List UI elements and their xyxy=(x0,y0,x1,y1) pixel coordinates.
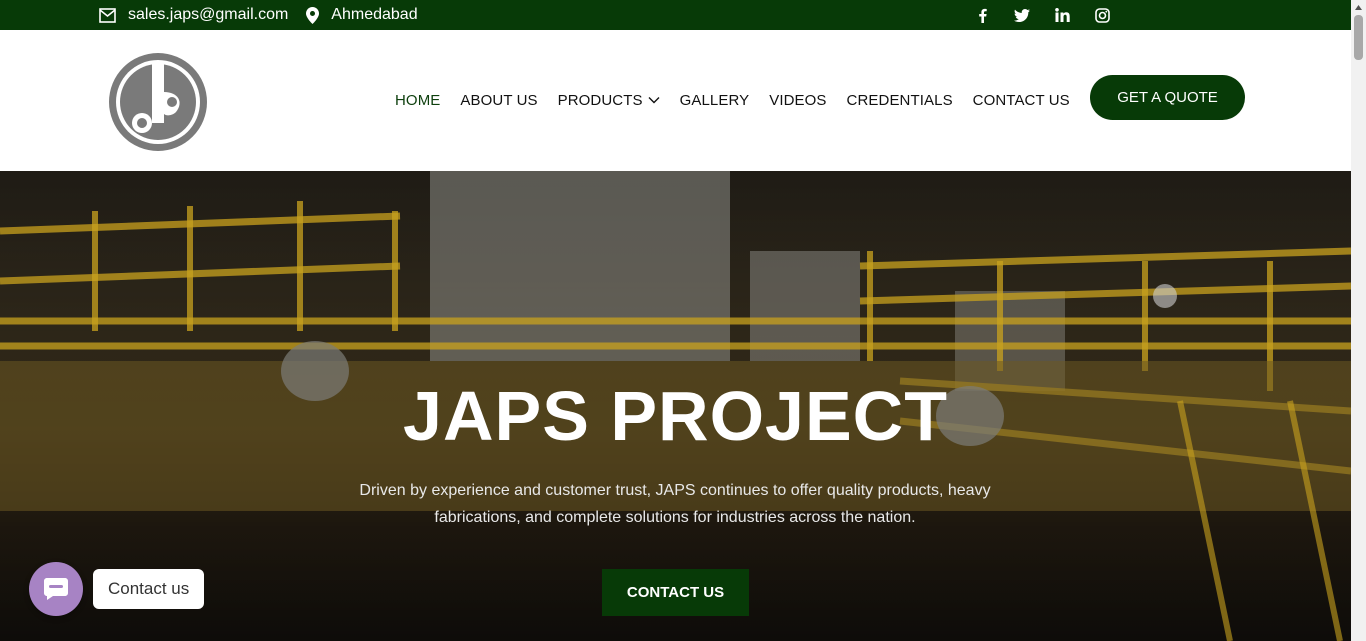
site-header: HOME ABOUT US PRODUCTS GALLERY VIDEOS CR… xyxy=(0,30,1351,171)
chat-bubble-icon xyxy=(44,578,68,600)
top-contact-info: sales.japs@gmail.com Ahmedabad xyxy=(99,0,436,30)
hero-description: Driven by experience and customer trust,… xyxy=(359,482,991,526)
site-logo[interactable] xyxy=(106,50,210,154)
location-info: Ahmedabad xyxy=(306,6,418,24)
facebook-link[interactable] xyxy=(962,0,1002,30)
chat-widget-label[interactable]: Contact us xyxy=(93,569,205,609)
location-text: Ahmedabad xyxy=(331,6,418,23)
chat-widget-button[interactable] xyxy=(29,562,83,616)
main-nav: HOME ABOUT US PRODUCTS GALLERY VIDEOS CR… xyxy=(385,88,1080,112)
twitter-link[interactable] xyxy=(1002,0,1042,30)
chevron-down-icon xyxy=(648,97,660,104)
email-link[interactable]: sales.japs@gmail.com xyxy=(99,6,288,24)
linkedin-icon xyxy=(1054,8,1070,22)
nav-gallery[interactable]: GALLERY xyxy=(680,92,750,109)
hero-contact-us-button[interactable]: CONTACT US xyxy=(602,569,749,616)
top-bar: sales.japs@gmail.com Ahmedabad xyxy=(0,0,1351,30)
scroll-up-arrow-icon[interactable] xyxy=(1351,0,1366,15)
facebook-icon xyxy=(978,8,987,23)
email-text: sales.japs@gmail.com xyxy=(128,6,289,23)
instagram-link[interactable] xyxy=(1082,0,1122,30)
nav-about-us[interactable]: ABOUT US xyxy=(460,92,537,109)
nav-products-label: PRODUCTS xyxy=(557,91,643,109)
get-a-quote-button[interactable]: GET A QUOTE xyxy=(1090,75,1245,120)
instagram-icon xyxy=(1094,7,1110,23)
mail-icon xyxy=(99,7,116,23)
location-pin-icon xyxy=(306,6,320,24)
linkedin-link[interactable] xyxy=(1042,0,1082,30)
nav-home[interactable]: HOME xyxy=(395,92,440,109)
nav-videos[interactable]: VIDEOS xyxy=(769,92,826,109)
page-scrollbar[interactable] xyxy=(1351,0,1366,641)
hero-title: JAPS PROJECT xyxy=(403,377,948,455)
twitter-icon xyxy=(1014,8,1030,22)
japs-logo-icon xyxy=(109,53,207,151)
scrollbar-thumb[interactable] xyxy=(1354,15,1363,60)
nav-products[interactable]: PRODUCTS xyxy=(558,92,660,109)
nav-credentials[interactable]: CREDENTIALS xyxy=(847,92,953,109)
nav-contact-us[interactable]: CONTACT US xyxy=(973,92,1070,109)
social-links xyxy=(962,0,1122,30)
